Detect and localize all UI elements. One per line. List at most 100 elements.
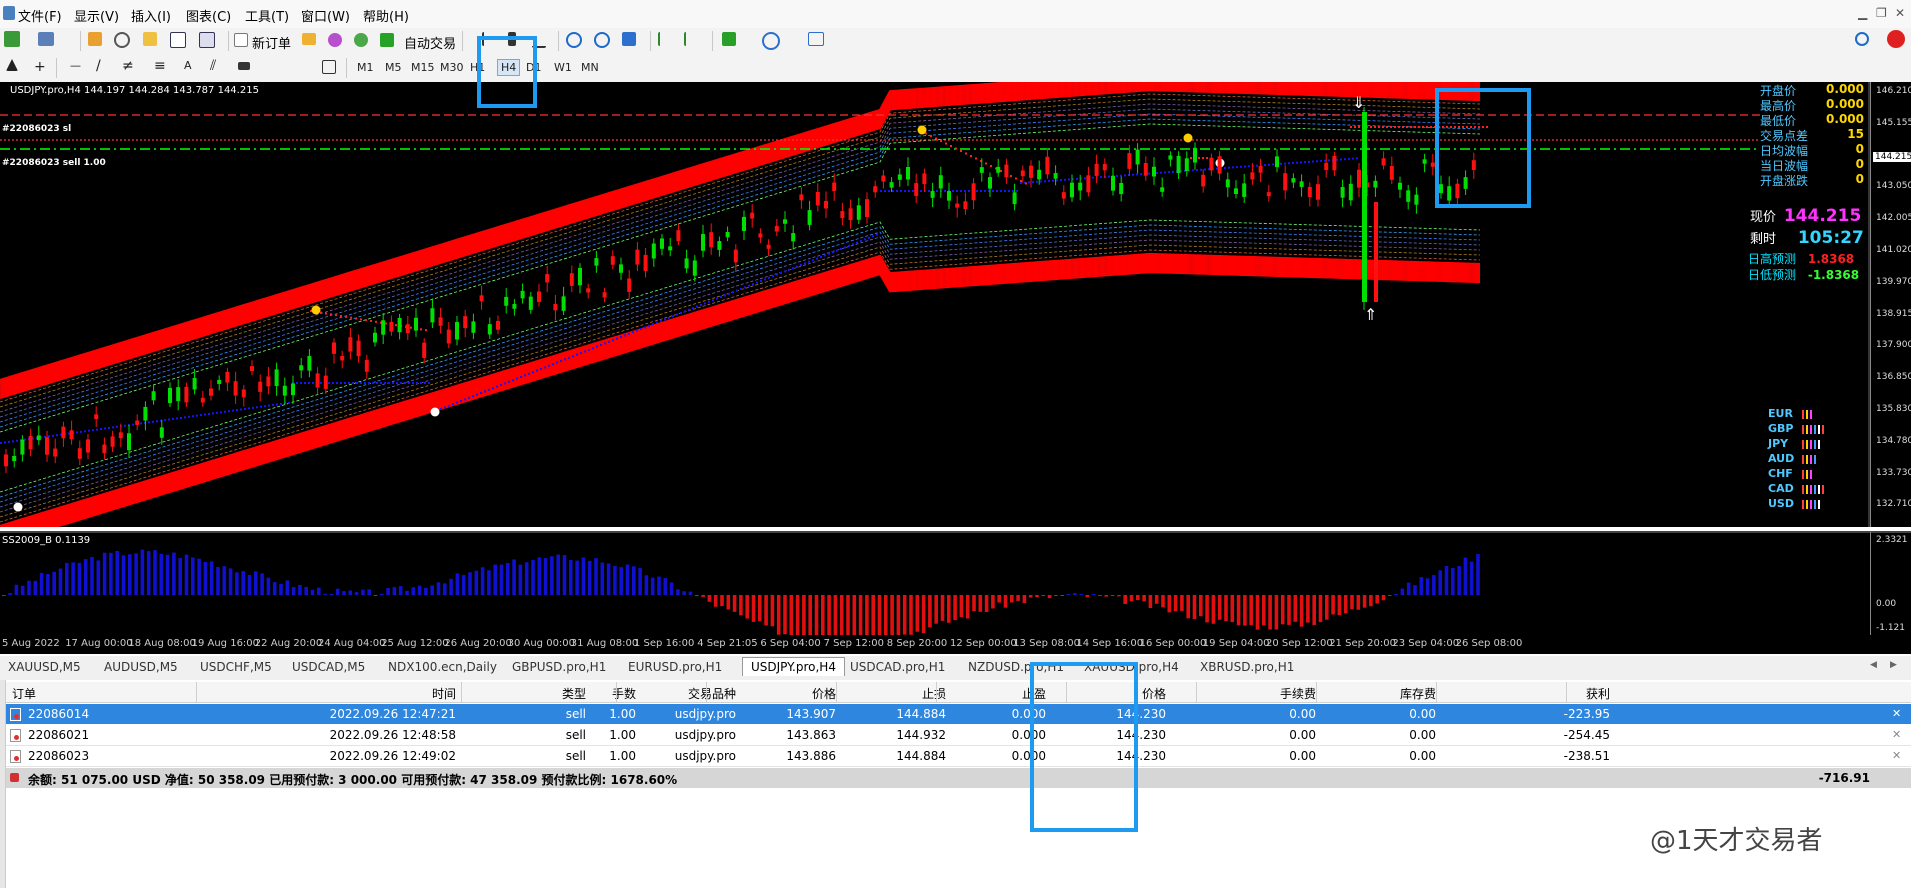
channel-icon[interactable]: ≠ [122,58,134,74]
histogram-bar [1356,595,1361,610]
trend-dot [536,369,538,372]
menu-help[interactable]: 帮助(H) [363,6,409,25]
text-icon[interactable]: A [184,59,192,72]
chart-tab[interactable]: NDX100.ecn,Daily [388,660,497,674]
templates-icon[interactable] [808,32,824,46]
crosshair-tool-icon[interactable]: + [34,59,46,75]
indicator-window[interactable]: SS2009_B 0.1139 [0,531,1870,637]
trend-dot [760,280,762,282]
tab-scroll-right-icon[interactable]: ▶ [1890,660,1897,670]
metaeditor-icon[interactable] [302,33,316,45]
trend-dot [1084,177,1086,180]
new-chart-icon[interactable] [4,31,20,47]
column-header[interactable]: 手数 [576,685,636,702]
column-header[interactable]: 交易品种 [636,685,736,702]
table-row[interactable]: 22086023 2022.09.26 12:49:02 sell 1.00 usdjp… [6,746,1911,767]
chart-tab[interactable]: USDJPY.pro,H4 [742,657,845,676]
indicator-label: SS2009_B 0.1139 [2,535,91,546]
menu-file[interactable]: 文件(F) [18,6,62,25]
stop-dot [335,314,337,317]
column-header[interactable]: 库存费 [1326,685,1436,702]
column-header[interactable]: 价格 [736,685,836,702]
shapes-icon[interactable] [238,62,250,70]
auto-trading-button[interactable]: 自动交易 [404,33,456,52]
histogram-bar [984,595,989,612]
timeframe-m15[interactable]: M15 [411,61,435,74]
close-order-icon[interactable]: ✕ [1892,728,1901,741]
autoscroll-icon[interactable] [658,32,674,46]
menu-insert[interactable]: 插入(I) [131,6,171,25]
zoom-in-icon[interactable] [566,32,582,48]
strength-bar [1802,440,1804,449]
timeframe-m5[interactable]: M5 [385,61,402,74]
chart-tab[interactable]: GBPUSD.pro,H1 [512,660,606,674]
arrows-icon[interactable] [266,60,278,72]
column-header[interactable]: 获利 [1446,685,1610,702]
minimize-icon[interactable]: ▁ [1858,6,1867,20]
terminal-icon[interactable] [199,32,215,48]
column-header[interactable]: 止损 [846,685,946,702]
navigator-icon[interactable] [143,32,157,46]
zoom-out-icon[interactable] [594,32,610,48]
restore-icon[interactable]: ❐ [1876,6,1887,20]
column-header[interactable]: 类型 [506,685,586,702]
cursor-icon[interactable] [6,59,18,71]
table-row[interactable]: 22086021 2022.09.26 12:48:58 sell 1.00 usdjp… [6,725,1911,746]
fibonacci-icon[interactable]: ≡ [154,58,166,74]
chart-tab[interactable]: EURUSD.pro,H1 [628,660,722,674]
menu-view[interactable]: 显示(V) [74,6,119,25]
data-window-icon[interactable] [170,32,186,48]
auto-trading-icon[interactable] [380,33,394,47]
andrews-icon[interactable]: ⫽ [210,58,216,74]
close-icon[interactable]: ✕ [1895,6,1905,20]
search-icon[interactable] [1855,32,1869,46]
trend-dot [320,382,322,384]
notifications-icon[interactable] [1887,30,1905,48]
column-header[interactable]: 时间 [306,685,456,702]
horizontal-line-icon[interactable]: — [70,59,81,72]
histogram-bar [449,578,453,595]
menu-charts[interactable]: 图表(C) [186,6,231,25]
column-header[interactable]: 手续费 [1196,685,1316,702]
histogram-bar [266,577,271,595]
tile-windows-icon[interactable] [622,32,636,46]
close-order-icon[interactable]: ✕ [1892,707,1901,720]
chart-tab[interactable]: USDCAD,M5 [292,660,365,674]
chart-tab[interactable]: XBRUSD.pro,H1 [1200,660,1294,674]
menu-window[interactable]: 窗口(W) [301,6,350,25]
tab-scroll-left-icon[interactable]: ◀ [1870,660,1877,670]
periods-icon[interactable] [762,32,780,50]
price-chart[interactable]: ⇓ ⇑ USDJPY.pro,H4 144.197 144.284 143.787… [0,82,1870,527]
timeframe-w1[interactable]: W1 [554,61,572,74]
profiles-icon[interactable] [38,32,54,46]
chart-shift-icon[interactable] [684,32,700,46]
signals-icon[interactable] [354,33,368,47]
currency-row: AUD [1768,452,1858,467]
strategy-tester-icon[interactable] [328,33,342,47]
chart-tab[interactable]: AUDUSD,M5 [104,660,178,674]
chart-tab[interactable]: USDCAD.pro,H1 [850,660,945,674]
histogram-bar [1325,595,1329,620]
chart-tab[interactable]: USDCHF,M5 [200,660,272,674]
histogram-bar [474,570,479,595]
candle-body [856,205,861,220]
new-order-button[interactable]: 新订单 [252,33,291,52]
timeframe-m1[interactable]: M1 [357,61,374,74]
column-header[interactable]: 订单 [12,685,36,702]
text-label-icon[interactable] [322,60,336,74]
indicators-icon[interactable] [722,32,736,46]
menu-tools[interactable]: 工具(T) [245,6,289,25]
timeframe-mn[interactable]: MN [581,61,599,74]
chart-tab[interactable]: XAUUSD,M5 [8,660,81,674]
new-order-icon[interactable] [234,33,248,47]
table-row[interactable]: 22086014 2022.09.26 12:47:21 sell 1.00 usdjp… [6,704,1911,724]
close-order-icon[interactable]: ✕ [1892,749,1901,762]
histogram-bar [348,590,353,595]
histogram-bar [46,574,50,595]
timeframe-m30[interactable]: M30 [440,61,464,74]
table-cell: sell [565,707,586,721]
trendline-icon[interactable]: / [96,58,101,74]
trend-dot [884,190,886,192]
crosshair-icon[interactable] [114,32,130,48]
market-watch-icon[interactable] [88,32,102,46]
